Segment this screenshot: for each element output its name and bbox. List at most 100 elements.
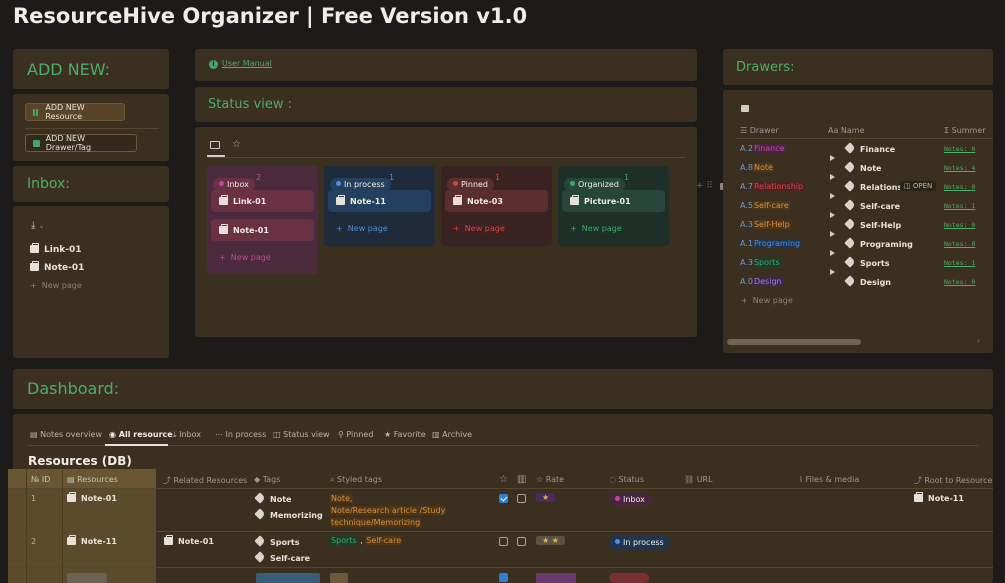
tab-favorite[interactable]: ★ Favorite — [384, 430, 426, 439]
row-tag[interactable]: Memorizing — [254, 508, 323, 520]
page-icon — [219, 195, 228, 205]
inbox-new-page[interactable]: + New page — [30, 281, 82, 290]
column-header-files[interactable]: ⌇ Files & media — [799, 475, 859, 484]
drawer-name-label: Sports — [860, 259, 890, 268]
favorite-checkbox[interactable] — [499, 537, 508, 546]
add-new-drawer-button[interactable]: ADD NEW Drawer/Tag — [25, 134, 137, 152]
row-root[interactable]: Note-11 — [914, 492, 964, 503]
card-title: Note-01 — [233, 225, 269, 235]
expand-arrow-icon[interactable] — [830, 146, 835, 165]
drawer-name-label: Note — [860, 164, 882, 173]
open-button[interactable]: ◫ OPEN — [900, 181, 937, 191]
drawer-name[interactable]: Design — [844, 275, 891, 287]
column-header-rate[interactable]: ☆ Rate — [536, 475, 564, 484]
column-header-resources[interactable]: ▤ Resources — [67, 475, 118, 484]
drawer-name[interactable]: Self-Help — [844, 218, 901, 230]
star-icon[interactable]: ☆ — [232, 139, 241, 150]
drawer-tag: Note — [752, 163, 774, 172]
column-header-label: Related Resources — [173, 476, 248, 485]
tab-all-resource[interactable]: ◉ All resource — [109, 430, 173, 439]
drawer-name[interactable]: Finance — [844, 142, 895, 154]
column-new-page[interactable]: + New page — [336, 224, 388, 233]
tab-in-process[interactable]: ⋯ In process — [215, 430, 266, 439]
column-header-drawer[interactable]: ☰ Drawer — [740, 126, 779, 135]
column-header-name[interactable]: Aa Name — [828, 126, 865, 135]
status-card[interactable]: Picture-01 — [562, 190, 665, 212]
expand-arrow-icon[interactable] — [830, 203, 835, 222]
column-header-styled-tags[interactable]: ⌕ Styled tags — [330, 475, 382, 485]
expand-arrow-icon[interactable] — [830, 165, 835, 184]
archive-checkbox[interactable] — [517, 537, 526, 546]
expand-arrow-icon[interactable] — [830, 241, 835, 260]
favorite-checkbox[interactable] — [499, 494, 508, 503]
tab-notes-overview[interactable]: ▤ Notes overview — [30, 430, 102, 439]
expand-arrow-icon[interactable] — [830, 184, 835, 203]
user-manual-panel: i User Manual — [195, 49, 697, 81]
new-page-label: New page — [347, 224, 388, 233]
expand-arrow-icon[interactable] — [830, 260, 835, 279]
drag-handle-icon[interactable]: + ⠿ — [696, 181, 713, 191]
row-status: Inbox — [609, 493, 651, 506]
column-new-page[interactable]: + New page — [570, 224, 622, 233]
partial-row — [609, 573, 649, 583]
page-icon — [67, 535, 76, 545]
row-tag[interactable]: Note — [254, 492, 291, 504]
user-manual-link[interactable]: i User Manual — [209, 59, 272, 69]
add-new-header-panel: ADD NEW: — [13, 49, 169, 89]
column-new-page[interactable]: + New page — [453, 224, 505, 233]
status-board-panel: ☆ Inbox 2 Link-01 Note-01 + New page In … — [195, 127, 697, 337]
column-header-archive[interactable]: ▥ — [517, 474, 526, 485]
row-divider — [8, 531, 993, 532]
drawer-code: A.5Self-care — [740, 201, 790, 210]
status-card[interactable]: Note-01 — [211, 219, 314, 241]
column-header-id[interactable]: № ID — [31, 475, 50, 484]
archive-checkbox[interactable] — [517, 494, 526, 503]
column-new-page[interactable]: + New page — [219, 253, 271, 262]
row-rate: ★ — [536, 493, 556, 502]
drawer-name[interactable]: Sports — [844, 256, 890, 268]
column-header-related[interactable]: ⤴ Related Resources — [163, 475, 247, 486]
drawer-prefix: A.0 — [740, 277, 753, 286]
drawer-name[interactable]: Programing — [844, 237, 913, 249]
row-resource[interactable]: Note-01 — [67, 492, 117, 503]
row-tag[interactable]: Self-care — [254, 551, 310, 563]
page-icon — [914, 492, 923, 502]
tag-label: Memorizing — [270, 511, 323, 520]
column-header-tags[interactable]: ◆ Tags — [254, 475, 280, 484]
dashboard-title: Dashboard: — [27, 379, 120, 398]
board-view-icon[interactable] — [210, 141, 220, 149]
status-card[interactable]: Link-01 — [211, 190, 314, 212]
tab-pinned[interactable]: ⚲ Pinned — [338, 430, 373, 439]
row-related[interactable]: Note-01 — [164, 535, 214, 546]
tab-status-view[interactable]: ◫ Status view — [273, 430, 330, 439]
row-resource[interactable]: Note-11 — [67, 535, 117, 546]
row-divider — [8, 488, 993, 489]
status-card[interactable]: Note-03 — [445, 190, 548, 212]
column-header-root[interactable]: ⤴ Root to Resource — [914, 475, 992, 486]
tab-inbox[interactable]: ⤓ Inbox — [173, 430, 201, 440]
drawers-new-page[interactable]: + New page — [741, 296, 793, 305]
scroll-right-icon[interactable]: › — [977, 337, 980, 345]
inbox-item[interactable]: Note-01 — [30, 261, 84, 273]
row-status: In process — [609, 536, 670, 549]
drawer-prefix: A.3 — [740, 220, 753, 229]
drawer-name[interactable]: Note — [844, 161, 882, 173]
horizontal-scrollbar[interactable] — [727, 339, 861, 345]
column-header-favorite[interactable]: ☆ — [499, 474, 508, 485]
column-count: 1 — [624, 173, 630, 182]
expand-arrow-icon[interactable] — [830, 222, 835, 241]
status-column-inbox: Inbox 2 Link-01 Note-01 + New page — [207, 166, 318, 274]
page-icon — [336, 195, 345, 205]
status-card[interactable]: Note-11 — [328, 190, 431, 212]
column-header-summary[interactable]: Σ Summer — [944, 126, 986, 135]
tab-archive[interactable]: ▥ Archive — [432, 430, 472, 439]
column-header-url[interactable]: ⛓ URL — [684, 475, 713, 484]
column-header-status[interactable]: ◌ Status — [609, 475, 644, 484]
inbox-item[interactable]: Link-01 — [30, 243, 81, 255]
drawer-name[interactable]: Self-care — [844, 199, 900, 211]
download-icon[interactable]: ⤓ ⌄ — [31, 220, 44, 231]
notes-count: Notes: 0 — [944, 145, 976, 153]
add-new-resource-button[interactable]: ADD NEW Resource — [25, 103, 125, 121]
row-tag[interactable]: Sports — [254, 535, 300, 547]
drawers-title: Drawers: — [736, 60, 795, 75]
